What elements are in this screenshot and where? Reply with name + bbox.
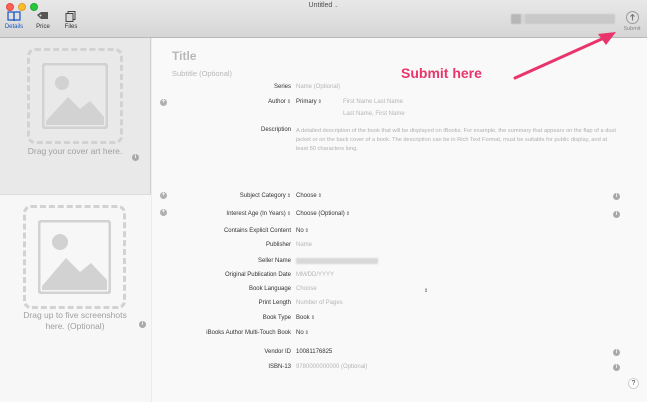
annotation-arrow-icon (513, 32, 616, 80)
